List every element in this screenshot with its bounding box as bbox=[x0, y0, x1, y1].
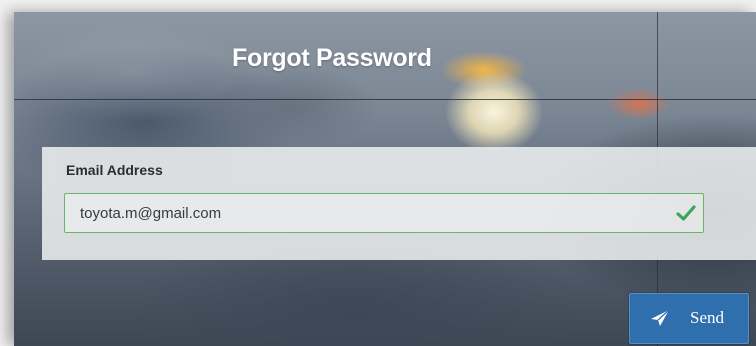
email-input[interactable] bbox=[64, 193, 704, 233]
send-button-label: Send bbox=[690, 308, 724, 327]
page-title: Forgot Password bbox=[232, 44, 432, 72]
email-label: Email Address bbox=[66, 162, 163, 178]
divider-line bbox=[14, 99, 756, 100]
paper-plane-icon bbox=[651, 309, 670, 326]
email-form-panel: Email Address bbox=[42, 147, 756, 260]
send-button[interactable]: Send bbox=[629, 293, 749, 344]
forgot-password-card: Forgot Password Email Address Send bbox=[14, 12, 756, 346]
checkmark-icon bbox=[676, 205, 696, 221]
